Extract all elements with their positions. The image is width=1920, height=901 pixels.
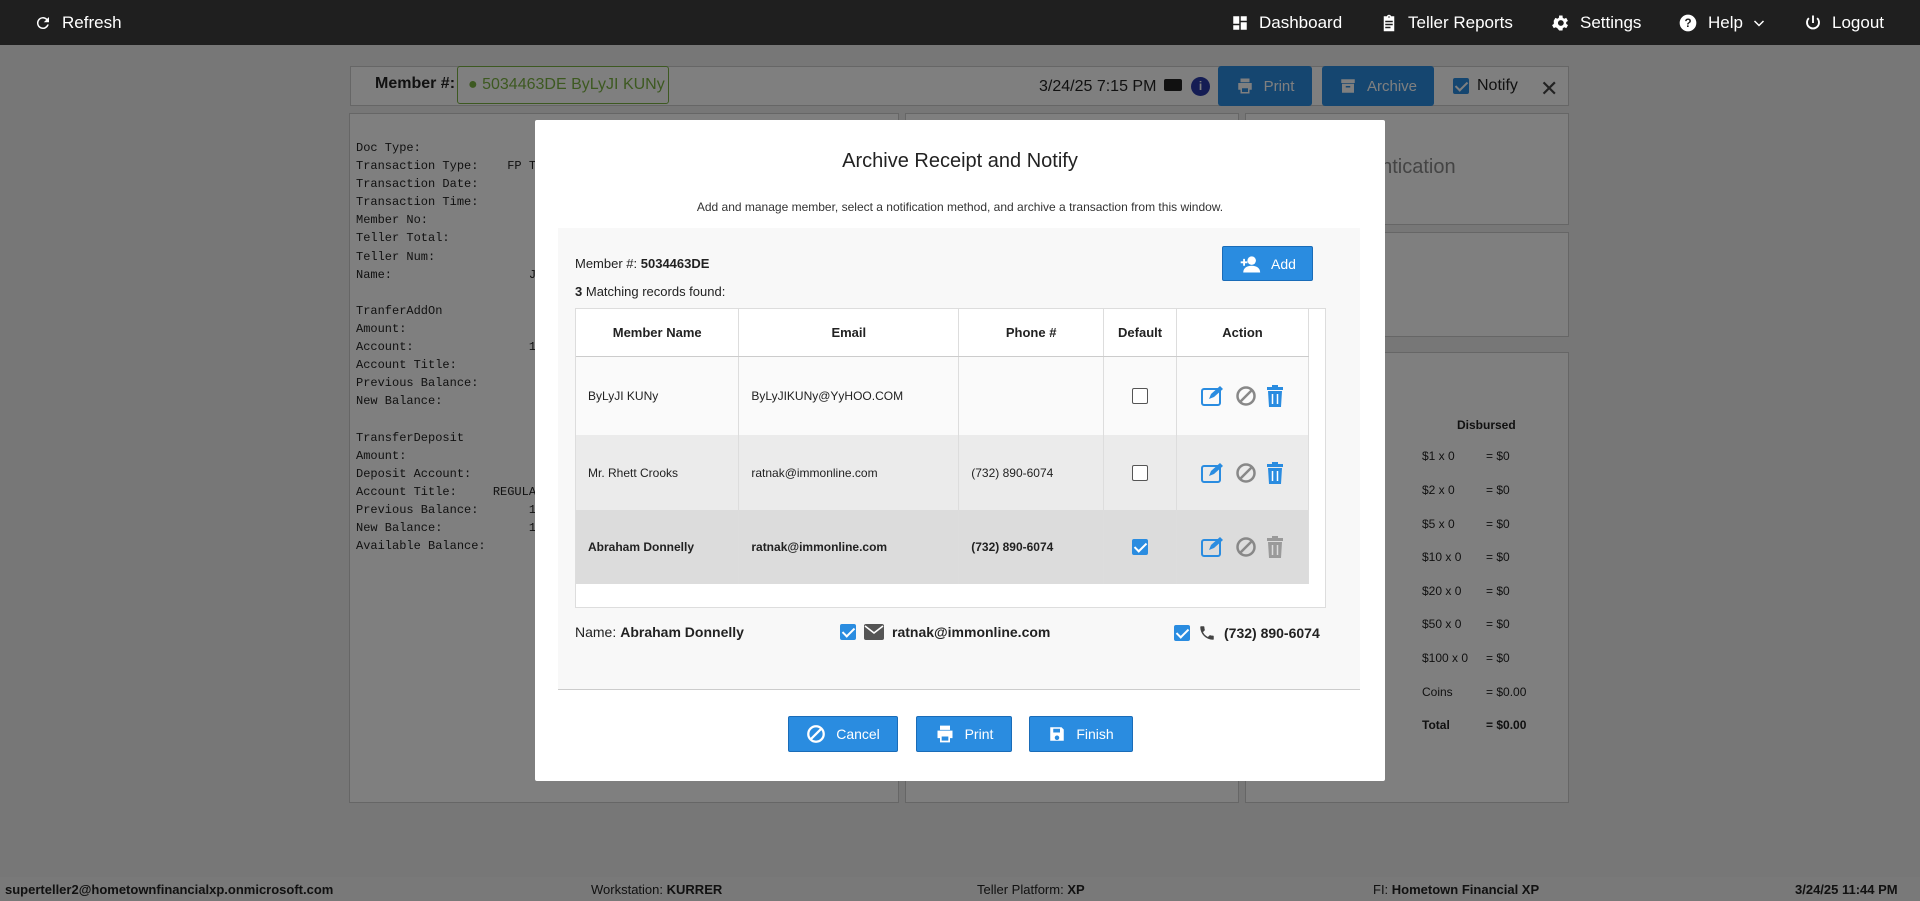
refresh-icon <box>36 16 49 29</box>
table-row[interactable]: ByLyJI KUNy ByLyJIKUNy@YyHOO.COM <box>576 356 1309 435</box>
refresh-label: Refresh <box>62 12 122 32</box>
selected-name-value: Abraham Donnelly <box>620 624 744 640</box>
match-text: Matching records found: <box>585 284 726 299</box>
cell-actions <box>1176 356 1309 435</box>
refresh-button[interactable]: Refresh <box>34 0 122 45</box>
member-number-value: 5034463DE <box>640 256 710 271</box>
dashboard-icon <box>1233 15 1247 30</box>
cell-member-name: Mr. Rhett Crooks <box>576 435 740 510</box>
nav-help[interactable]: ? Help <box>1678 0 1765 45</box>
cell-email: ratnak@immonline.com <box>738 435 960 510</box>
column-header-email[interactable]: Email <box>738 309 960 357</box>
printer-icon <box>937 725 953 743</box>
selected-phone-value: (732) 890-6074 <box>1224 625 1320 641</box>
nav-settings[interactable]: Settings <box>1550 0 1641 45</box>
cell-phone <box>958 356 1105 435</box>
help-icon: ? <box>1679 14 1697 31</box>
add-member-label: Add <box>1271 255 1296 272</box>
nav-logout[interactable]: Logout <box>1804 0 1884 45</box>
member-records-grid: Member Name Email Phone # Default Action… <box>575 308 1326 608</box>
cancel-label: Cancel <box>836 726 880 742</box>
svg-text:?: ? <box>1684 17 1691 30</box>
cell-phone: (732) 890-6074 <box>958 435 1105 510</box>
add-user-icon <box>1240 255 1261 272</box>
nav-help-label: Help <box>1708 12 1743 32</box>
block-icon[interactable] <box>1235 385 1257 407</box>
print-button[interactable]: Print <box>916 716 1012 752</box>
default-checkbox[interactable] <box>1132 539 1149 555</box>
column-header-member-name[interactable]: Member Name <box>576 309 740 357</box>
nav-teller-reports-label: Teller Reports <box>1408 12 1513 32</box>
cell-default <box>1103 356 1178 435</box>
member-number-line: Member #: 5034463DE <box>575 256 709 271</box>
column-header-action[interactable]: Action <box>1176 309 1309 357</box>
edit-icon[interactable] <box>1200 462 1227 484</box>
edit-icon[interactable] <box>1200 536 1227 558</box>
phone-notify-checkbox[interactable] <box>1174 625 1190 641</box>
nav-teller-reports[interactable]: Teller Reports <box>1380 0 1513 45</box>
trash-icon-disabled <box>1265 536 1285 558</box>
cell-member-name: ByLyJI KUNy <box>576 356 740 435</box>
dialog-body: Member #: 5034463DE 3 Matching records f… <box>558 228 1360 690</box>
dialog-subtitle: Add and manage member, select a notifica… <box>696 200 1224 214</box>
print-label: Print <box>964 726 994 742</box>
cell-actions <box>1176 510 1309 584</box>
row-actions <box>1177 536 1308 558</box>
clipboard-icon <box>1383 14 1395 31</box>
column-header-default[interactable]: Default <box>1103 309 1178 357</box>
selected-phone: (732) 890-6074 <box>1174 624 1320 642</box>
edit-icon[interactable] <box>1200 385 1227 407</box>
finish-button[interactable]: Finish <box>1029 716 1133 752</box>
matching-records-line: 3 Matching records found: <box>575 284 725 299</box>
cancel-icon <box>807 725 826 743</box>
selected-name: Name: Abraham Donnelly <box>575 624 744 640</box>
chevron-down-icon <box>1753 19 1764 27</box>
column-header-phone[interactable]: Phone # <box>958 309 1105 357</box>
trash-icon[interactable] <box>1265 384 1285 407</box>
save-icon <box>1050 727 1065 741</box>
nav-dashboard-label: Dashboard <box>1259 12 1343 32</box>
cell-phone: (732) 890-6074 <box>958 510 1105 584</box>
dialog-title: Archive Receipt and Notify <box>842 150 1078 172</box>
member-number-label: Member #: <box>575 256 638 271</box>
match-count: 3 <box>575 284 583 299</box>
selected-email-value: ratnak@immonline.com <box>892 624 1051 640</box>
table-row-selected[interactable]: Abraham Donnelly ratnak@immonline.com (7… <box>576 510 1309 584</box>
trash-icon[interactable] <box>1265 461 1285 484</box>
selected-member-summary: Name: Abraham Donnelly ratnak@immonline.… <box>575 624 1345 644</box>
default-checkbox[interactable] <box>1132 464 1149 481</box>
nav-logout-label: Logout <box>1832 12 1884 32</box>
member-records-table: Member Name Email Phone # Default Action… <box>576 309 1309 584</box>
add-member-button[interactable]: Add <box>1222 246 1313 281</box>
email-notify-checkbox[interactable] <box>840 624 856 640</box>
finish-label: Finish <box>1076 726 1114 742</box>
row-actions <box>1177 384 1308 407</box>
selected-name-label: Name: <box>575 624 617 640</box>
block-icon[interactable] <box>1235 462 1257 484</box>
selected-email: ratnak@immonline.com <box>840 624 1050 640</box>
table-row[interactable]: Mr. Rhett Crooks ratnak@immonline.com (7… <box>576 435 1309 510</box>
cell-default <box>1103 435 1178 510</box>
cell-email: ByLyJIKUNy@YyHOO.COM <box>738 356 960 435</box>
block-icon[interactable] <box>1235 536 1257 558</box>
cell-actions <box>1176 435 1309 510</box>
power-icon <box>1806 15 1820 29</box>
row-actions <box>1177 461 1308 484</box>
nav-dashboard[interactable]: Dashboard <box>1231 0 1342 45</box>
cancel-button[interactable]: Cancel <box>788 716 898 752</box>
archive-notify-dialog: Archive Receipt and Notify Add and manag… <box>535 120 1385 781</box>
nav-settings-label: Settings <box>1580 12 1642 32</box>
envelope-icon <box>864 624 884 640</box>
phone-icon <box>1200 626 1214 640</box>
cell-email: ratnak@immonline.com <box>738 510 960 584</box>
top-nav-bar: Refresh Dashboard Teller Reports Setting… <box>0 0 1920 45</box>
default-checkbox[interactable] <box>1132 387 1149 404</box>
cell-member-name: Abraham Donnelly <box>576 510 740 584</box>
table-header-row: Member Name Email Phone # Default Action <box>576 309 1309 357</box>
gear-icon <box>1552 15 1568 30</box>
cell-default <box>1103 510 1178 584</box>
